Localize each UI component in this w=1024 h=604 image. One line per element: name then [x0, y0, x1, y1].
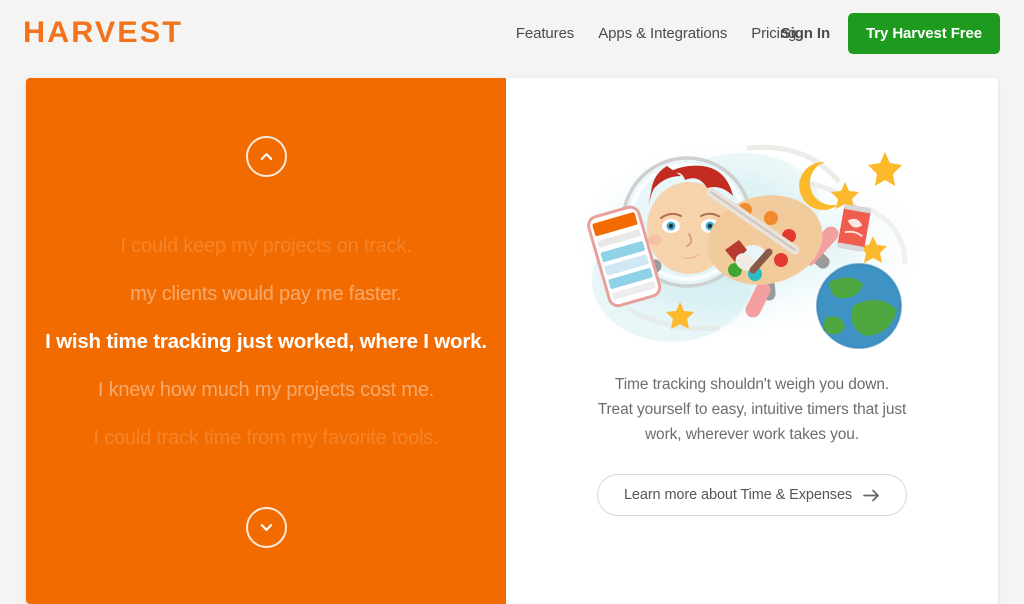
carousel-panel: I could keep my projects on track. my cl…	[26, 78, 506, 604]
arrow-right-icon	[863, 489, 879, 501]
feature-panel: Time tracking shouldn't weigh you down. …	[506, 78, 998, 604]
blurb-line-1: Time tracking shouldn't weigh you down.	[614, 376, 890, 393]
main-navigation: Features Apps & Integrations Pricing	[516, 25, 797, 42]
carousel-next-button[interactable]	[245, 507, 287, 548]
carousel-slides: I could keep my projects on track. my cl…	[26, 177, 506, 507]
header-actions: Sign In Try Harvest Free	[781, 0, 1000, 66]
hero-card: I could keep my projects on track. my cl…	[26, 78, 998, 604]
chevron-down-icon	[260, 524, 272, 531]
sign-in-link[interactable]: Sign In	[781, 25, 830, 42]
site-header: HARVEST Features Apps & Integrations Pri…	[0, 0, 1024, 66]
carousel-slide[interactable]: my clients would pay me faster.	[26, 270, 506, 318]
nav-item-features[interactable]: Features	[516, 25, 575, 42]
try-harvest-free-button[interactable]: Try Harvest Free	[848, 12, 1000, 54]
carousel-prev-button[interactable]	[245, 136, 287, 177]
carousel-slide[interactable]: I knew how much my projects cost me.	[26, 366, 506, 414]
learn-more-button[interactable]: Learn more about Time & Expenses	[596, 474, 908, 516]
harvest-logo[interactable]: HARVEST	[23, 16, 183, 50]
learn-more-label: Learn more about Time & Expenses	[623, 487, 853, 503]
blurb-line-2: Treat yourself to easy, intuitive timers…	[597, 401, 907, 418]
blurb-line-3: work, wherever work takes you.	[644, 426, 860, 443]
carousel-slide[interactable]: I could keep my projects on track.	[26, 222, 506, 270]
chevron-up-icon	[260, 153, 272, 160]
astronaut-illustration	[569, 138, 937, 349]
carousel-slide-active[interactable]: I wish time tracking just worked, where …	[26, 318, 506, 366]
nav-item-apps-integrations[interactable]: Apps & Integrations	[598, 25, 727, 42]
carousel-slide[interactable]: I could track time from my favorite tool…	[26, 414, 506, 462]
feature-description: Time tracking shouldn't weigh you down. …	[572, 372, 932, 447]
